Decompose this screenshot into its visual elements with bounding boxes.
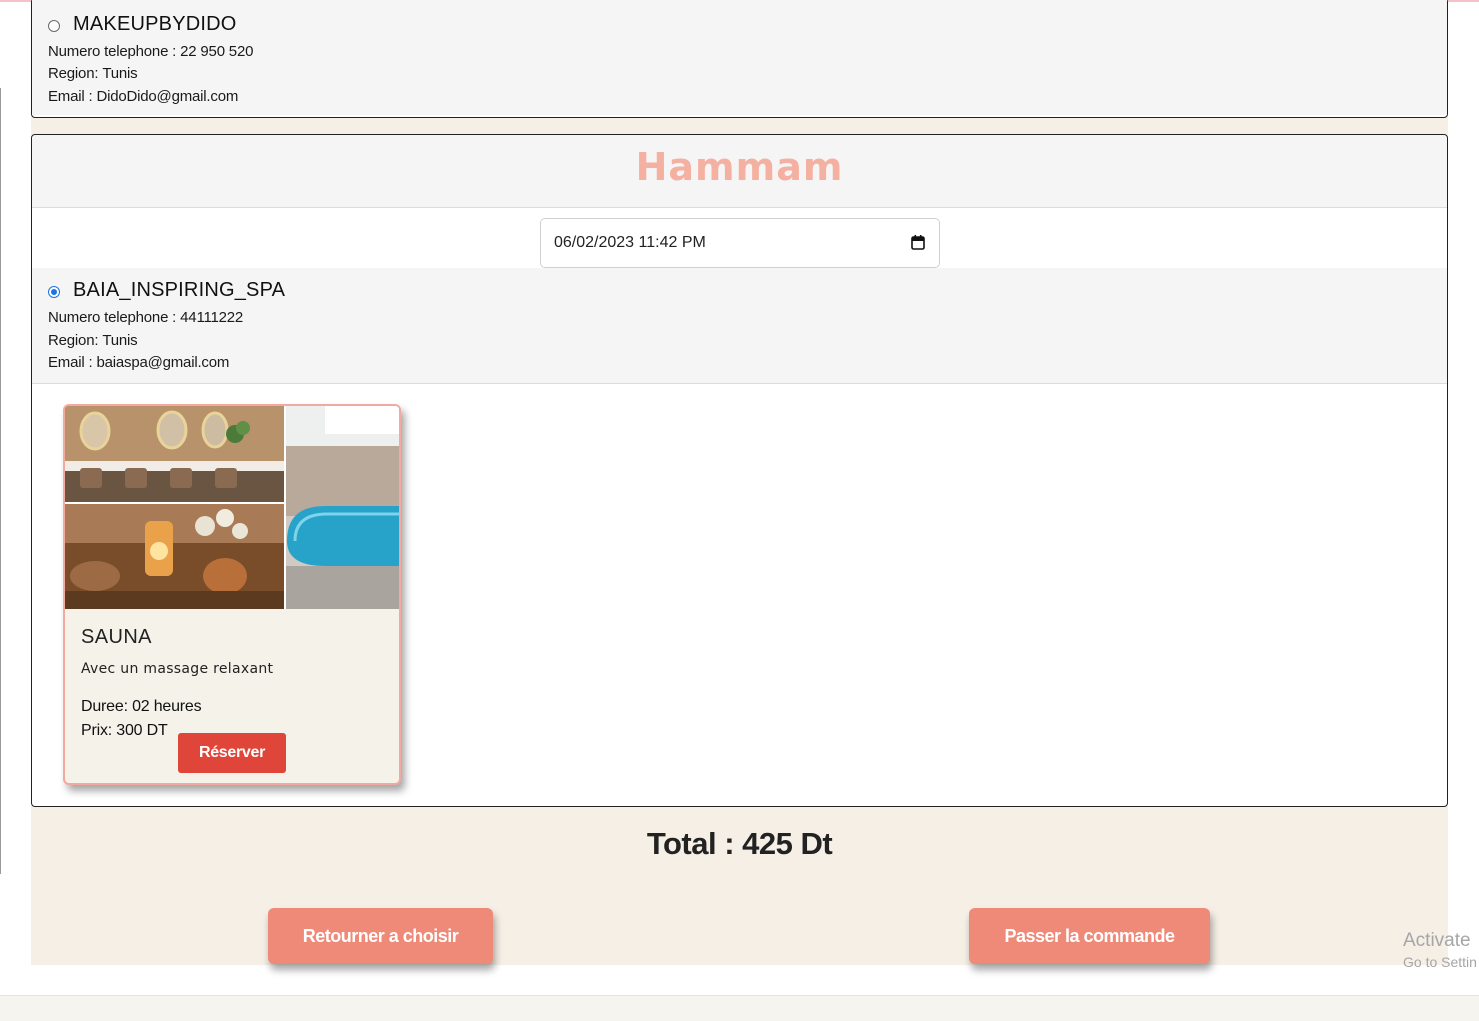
provider-name: MAKEUPBYDIDO [73, 13, 237, 35]
order-total: Total : 425 Dt [646, 826, 833, 861]
watermark-title: Activate [1403, 930, 1471, 951]
provider-name: BAIA_INSPIRING_SPA [73, 279, 286, 301]
email-label: Email : [48, 354, 93, 371]
email-label: Email : [48, 88, 93, 105]
service-card-sauna: SAUNA Avec un massage relaxant Duree: 02… [63, 404, 401, 785]
hammam-header: Hammam [32, 135, 1447, 208]
provider-email: Email : DidoDido@gmail.com [48, 88, 238, 105]
provider-phone: Numero telephone :22 950 520 [48, 43, 253, 60]
section-title: Hammam [635, 145, 844, 189]
phone-label: Numero telephone : [48, 309, 177, 326]
activation-watermark: Activate Go to Settin [1403, 930, 1477, 970]
provider-region: Region: Tunis [48, 65, 138, 82]
calendar-icon[interactable] [911, 235, 925, 250]
bottom-strip [0, 995, 1479, 1021]
provider-row-baia[interactable]: BAIA_INSPIRING_SPA Numero telephone :441… [32, 268, 1447, 384]
makeup-section: MAKEUPBYDIDO Numero telephone :22 950 52… [31, 0, 1448, 118]
reserve-button[interactable]: Réserver [178, 733, 286, 773]
region-label: Region: [48, 332, 99, 349]
email-value: baiaspa@gmail.com [96, 354, 230, 371]
back-to-choose-button[interactable]: Retourner a choisir [268, 908, 493, 964]
service-duration: Duree: 02 heures [81, 698, 202, 715]
service-price: Prix: 300 DT [81, 722, 168, 739]
watermark-subtitle: Go to Settin [1403, 954, 1477, 970]
region-label: Region: [48, 65, 99, 82]
service-name: SAUNA [81, 626, 152, 648]
region-value: Tunis [102, 332, 138, 349]
phone-value: 22 950 520 [180, 43, 254, 60]
place-order-button[interactable]: Passer la commande [969, 908, 1210, 964]
region-value: Tunis [102, 65, 138, 82]
datetime-value: 06/02/2023 11:42 PM [554, 234, 706, 251]
phone-label: Numero telephone : [48, 43, 177, 60]
provider-phone: Numero telephone :44111222 [48, 309, 243, 326]
left-window-edge [0, 88, 1, 874]
provider-email: Email : baiaspa@gmail.com [48, 354, 229, 371]
hammam-section: Hammam 06/02/2023 11:42 PM BAIA_INSPIRIN… [31, 134, 1448, 807]
provider-row-makeupbydido[interactable]: MAKEUPBYDIDO Numero telephone :22 950 52… [32, 0, 1447, 115]
spa-collage-image [65, 406, 399, 609]
service-description: Avec un massage relaxant [81, 661, 274, 677]
phone-value: 44111222 [180, 309, 244, 326]
provider-radio-baia[interactable] [48, 286, 60, 298]
provider-region: Region: Tunis [48, 332, 138, 349]
datetime-input[interactable]: 06/02/2023 11:42 PM [540, 218, 940, 268]
provider-radio-makeupbydido[interactable] [48, 20, 60, 32]
email-value: DidoDido@gmail.com [96, 88, 239, 105]
